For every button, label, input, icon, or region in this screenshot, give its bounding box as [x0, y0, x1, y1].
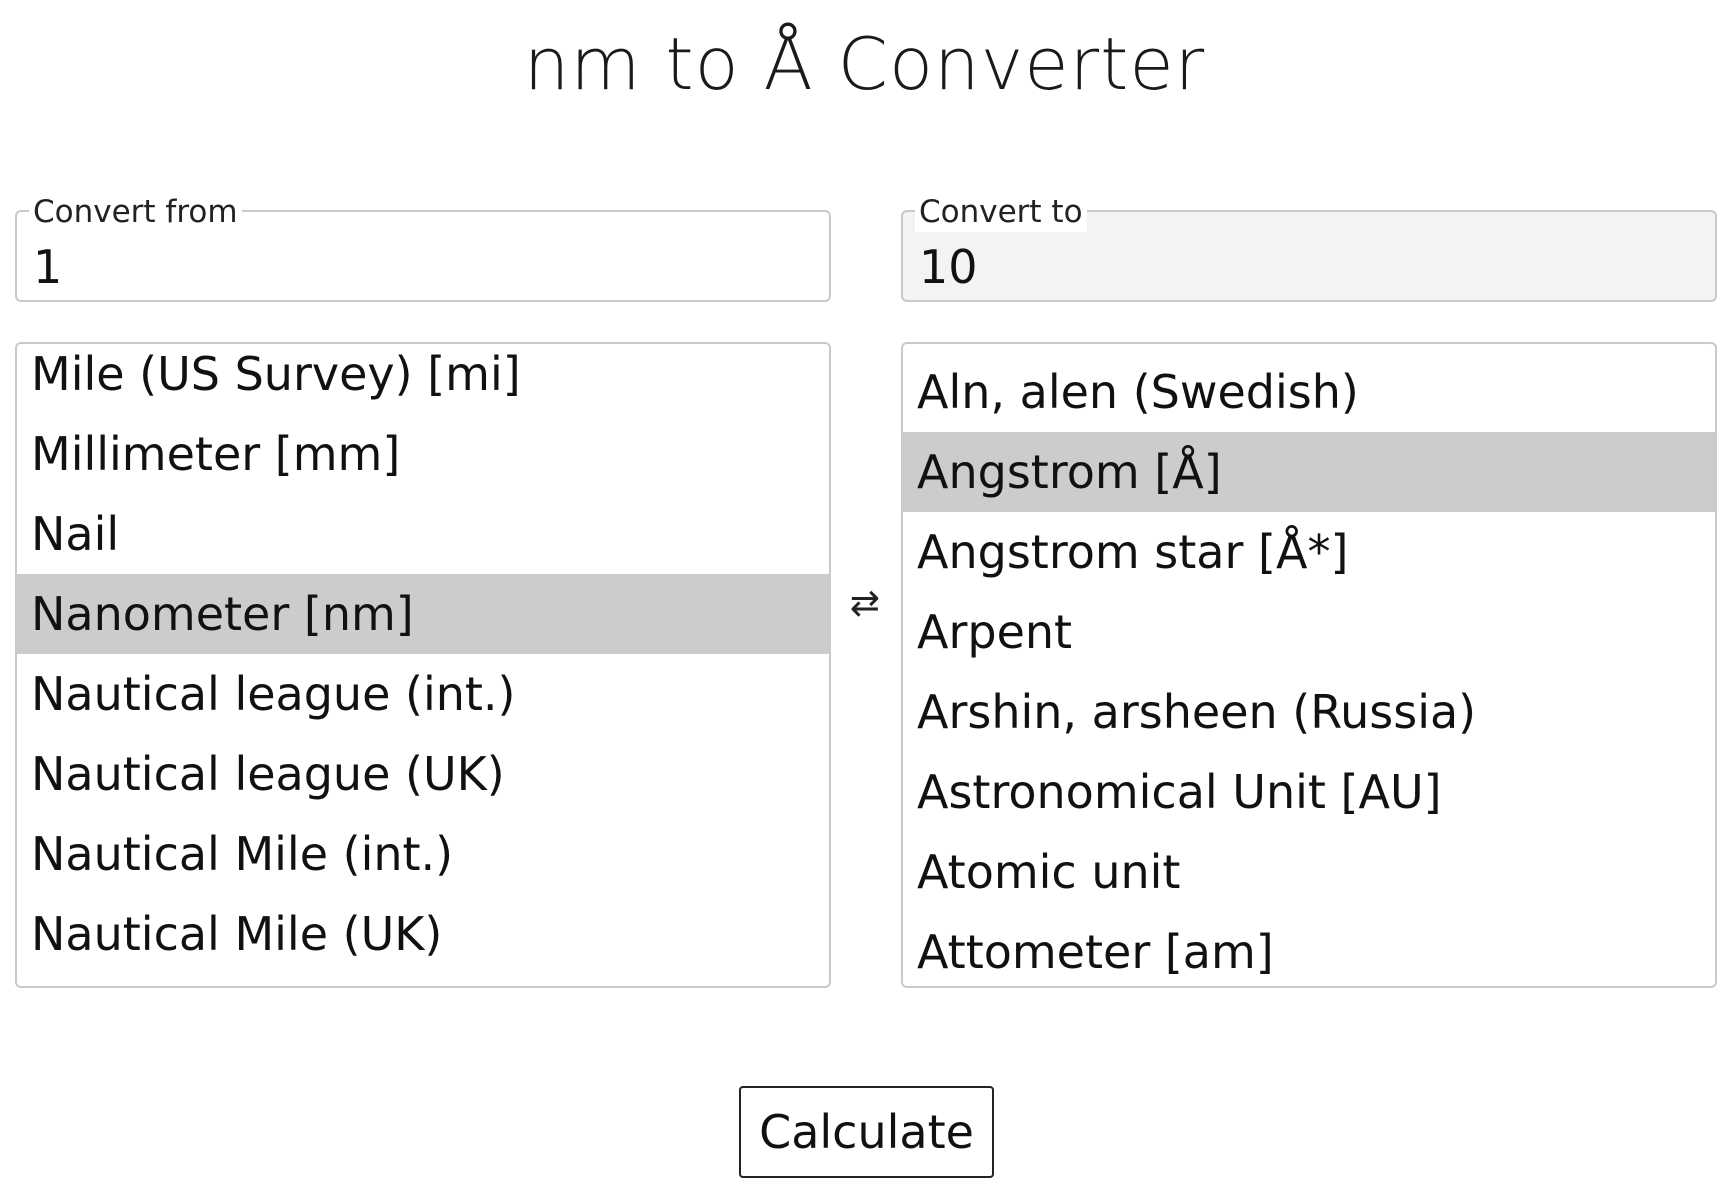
to-unit-item[interactable]: Astronomical Unit [AU] [903, 752, 1715, 832]
to-unit-item-selected[interactable]: Angstrom [Å] [903, 432, 1715, 512]
from-unit-item[interactable]: Millimeter [mm] [17, 414, 829, 494]
from-unit-item[interactable]: Nautical Mile (int.) [17, 814, 829, 894]
to-unit-list[interactable]: Aln, alen (Swedish) Angstrom [Å] Angstro… [901, 342, 1717, 988]
to-unit-item[interactable]: Attometer [am] [903, 912, 1715, 986]
to-unit-item[interactable]: Atomic unit [903, 832, 1715, 912]
convert-from-label: Convert from [29, 192, 242, 232]
from-unit-item-selected[interactable]: Nanometer [nm] [17, 574, 829, 654]
calculate-button[interactable]: Calculate [739, 1086, 994, 1178]
to-unit-item[interactable]: Arpent [903, 592, 1715, 672]
from-unit-list[interactable]: Mile (US Survey) [mi] Millimeter [mm] Na… [15, 342, 831, 988]
from-unit-item[interactable]: Nail [17, 494, 829, 574]
from-unit-item[interactable]: Nautical league (UK) [17, 734, 829, 814]
page-title: nm to Å Converter [523, 22, 1206, 106]
convert-to-field: Convert to [901, 192, 1717, 302]
from-unit-item[interactable]: Nautical Mile (UK) [17, 894, 829, 974]
swap-icon[interactable]: ⇄ [848, 580, 882, 628]
to-unit-item[interactable]: Aln, alen (Swedish) [903, 352, 1715, 432]
convert-to-output [919, 238, 1679, 296]
convert-from-input[interactable] [33, 238, 793, 296]
convert-to-label: Convert to [915, 192, 1087, 232]
to-unit-item[interactable]: Arshin, arsheen (Russia) [903, 672, 1715, 752]
convert-from-field[interactable]: Convert from [15, 192, 831, 302]
from-unit-item[interactable]: Nautical league (int.) [17, 654, 829, 734]
to-unit-item[interactable]: Angstrom star [Å*] [903, 512, 1715, 592]
from-unit-item[interactable]: Mile (US Survey) [mi] [17, 344, 829, 414]
